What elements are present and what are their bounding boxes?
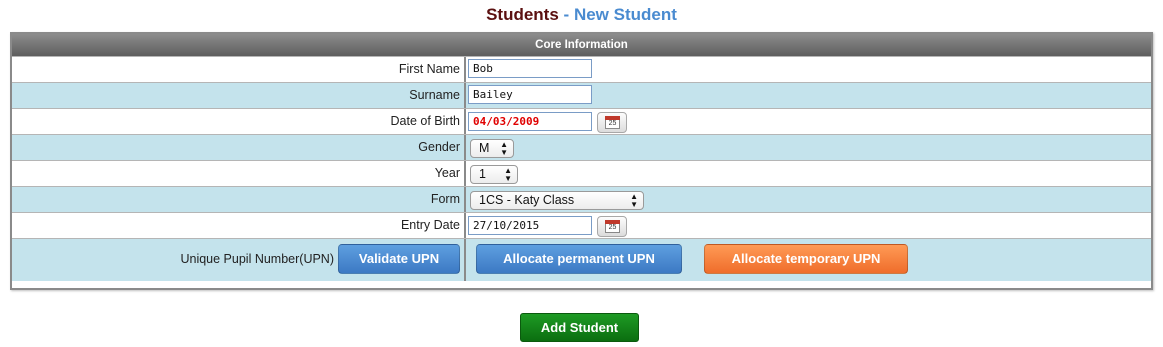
first-name-row: First Name bbox=[12, 56, 1151, 82]
upn-label: Unique Pupil Number(UPN) bbox=[180, 252, 334, 266]
validate-upn-button[interactable]: Validate UPN bbox=[338, 244, 460, 274]
entry-date-field[interactable] bbox=[468, 216, 592, 235]
year-label: Year bbox=[12, 161, 466, 186]
form-class-label: Form bbox=[12, 187, 466, 212]
updown-arrow-icon: ▲ ▼ bbox=[630, 192, 638, 209]
dob-row: Date of Birth 25 bbox=[12, 108, 1151, 134]
year-select-value: 1 bbox=[479, 167, 486, 181]
page-title-section: Students bbox=[486, 5, 559, 24]
page-title: Students - New Student bbox=[0, 4, 1163, 26]
calendar-icon: 25 bbox=[605, 220, 620, 233]
surname-row: Surname bbox=[12, 82, 1151, 108]
dob-calendar-button[interactable]: 25 bbox=[597, 112, 627, 133]
calendar-icon: 25 bbox=[605, 116, 620, 129]
entry-date-calendar-button[interactable]: 25 bbox=[597, 216, 627, 237]
form-header: Core Information bbox=[12, 34, 1151, 56]
gender-select-value: M bbox=[479, 141, 490, 155]
year-row: Year 1 ▲ ▼ bbox=[12, 160, 1151, 186]
page-title-separator: - bbox=[563, 5, 570, 24]
gender-select[interactable]: M ▲ ▼ bbox=[470, 139, 514, 158]
first-name-label: First Name bbox=[12, 57, 466, 82]
updown-arrow-icon: ▲ ▼ bbox=[504, 166, 512, 183]
year-select[interactable]: 1 ▲ ▼ bbox=[470, 165, 518, 184]
entry-date-row: Entry Date 25 bbox=[12, 212, 1151, 238]
surname-label: Surname bbox=[12, 83, 466, 108]
student-form: Core Information First Name Surname Date… bbox=[10, 32, 1153, 290]
dob-label: Date of Birth bbox=[12, 109, 466, 134]
form-class-select-value: 1CS - Katy Class bbox=[479, 193, 575, 207]
updown-arrow-icon: ▲ ▼ bbox=[500, 140, 508, 157]
surname-field[interactable] bbox=[468, 85, 592, 104]
form-class-row: Form 1CS - Katy Class ▲ ▼ bbox=[12, 186, 1151, 212]
gender-label: Gender bbox=[12, 135, 466, 160]
page-title-page: New Student bbox=[573, 5, 677, 24]
first-name-field[interactable] bbox=[468, 59, 592, 78]
allocate-permanent-upn-button[interactable]: Allocate permanent UPN bbox=[476, 244, 682, 274]
add-student-button[interactable]: Add Student bbox=[520, 313, 639, 342]
upn-row: Unique Pupil Number(UPN) Validate UPN Al… bbox=[12, 238, 1151, 281]
form-class-select[interactable]: 1CS - Katy Class ▲ ▼ bbox=[470, 191, 644, 210]
dob-field[interactable] bbox=[468, 112, 592, 131]
allocate-temporary-upn-button[interactable]: Allocate temporary UPN bbox=[704, 244, 908, 274]
entry-date-label: Entry Date bbox=[12, 213, 466, 238]
gender-row: Gender M ▲ ▼ bbox=[12, 134, 1151, 160]
